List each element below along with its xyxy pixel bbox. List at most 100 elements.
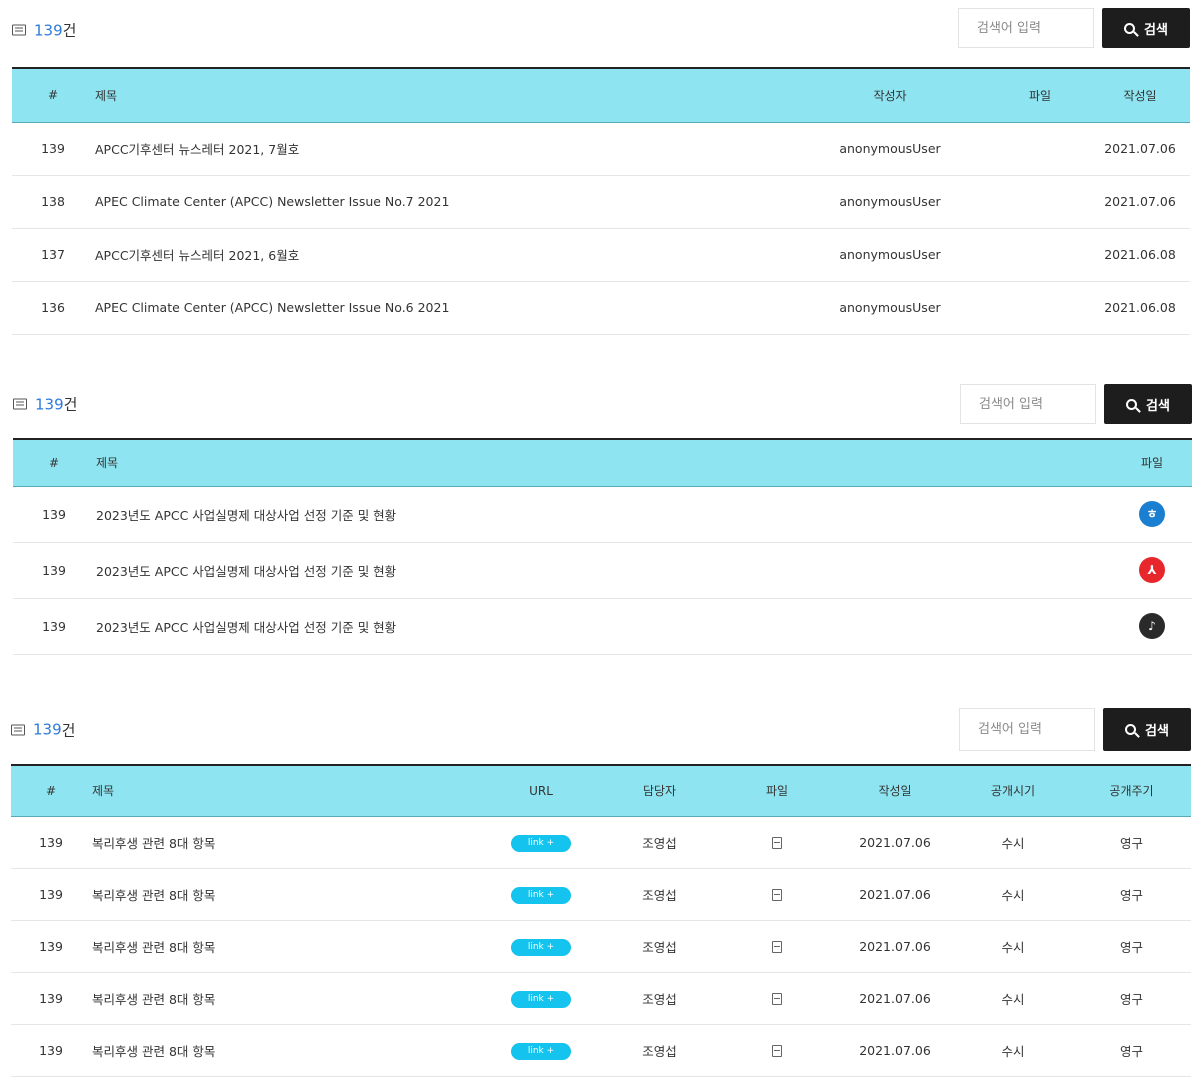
search-box: 검색 <box>960 384 1192 424</box>
row-number: 136 <box>12 281 94 335</box>
board-disclosure: 139 건 검색 # 제목 URL 담당자 파일 작성일 공개시기 공 <box>11 708 1191 1077</box>
row-manager: 조영섭 <box>601 1024 718 1077</box>
row-number: 139 <box>11 816 91 869</box>
document-icon[interactable] <box>772 837 782 849</box>
search-icon <box>1125 724 1137 735</box>
col-header-file: 파일 <box>990 68 1090 122</box>
table-row[interactable]: 139 2023년도 APCC 사업실명제 대상사업 선정 기준 및 현황 ⅄ <box>13 542 1192 599</box>
search-input[interactable] <box>958 8 1094 48</box>
row-url: link + <box>481 816 601 869</box>
row-file <box>990 228 1090 282</box>
row-number: 139 <box>11 868 91 921</box>
row-title-link[interactable]: APEC Climate Center (APCC) Newsletter Is… <box>94 175 790 229</box>
row-author: anonymousUser <box>790 122 990 176</box>
row-date: 2021.07.06 <box>836 1024 954 1077</box>
row-number: 137 <box>12 228 94 282</box>
col-header-date: 작성일 <box>1090 68 1190 122</box>
row-title-link[interactable]: 2023년도 APCC 사업실명제 대상사업 선정 기준 및 현황 <box>95 542 1112 599</box>
count-number: 139 <box>34 21 63 39</box>
search-box: 검색 <box>958 8 1190 48</box>
row-manager: 조영섭 <box>601 972 718 1025</box>
table-row[interactable]: 139 복리후생 관련 8대 항목 link + 조영섭 2021.07.06 수시 영구 <box>11 920 1191 973</box>
newsletter-table: # 제목 작성자 파일 작성일 139 APCC기후센터 뉴스레터 2021, 7… <box>12 67 1190 335</box>
row-file <box>718 868 836 921</box>
col-header-number: # <box>13 439 95 486</box>
row-title-link[interactable]: 복리후생 관련 8대 항목 <box>91 868 481 921</box>
table-row[interactable]: 137 APCC기후센터 뉴스레터 2021, 6월호 anonymousUser 2… <box>12 228 1190 282</box>
col-header-manager: 담당자 <box>601 765 718 816</box>
row-file <box>718 1024 836 1077</box>
row-file <box>990 122 1090 176</box>
list-icon <box>11 724 25 735</box>
row-number: 139 <box>11 920 91 973</box>
document-icon[interactable] <box>772 993 782 1005</box>
list-icon <box>13 398 27 410</box>
row-title-link[interactable]: APEC Climate Center (APCC) Newsletter Is… <box>94 281 790 335</box>
row-title-link[interactable]: 복리후생 관련 8대 항목 <box>91 816 481 869</box>
table-row[interactable]: 139 APCC기후센터 뉴스레터 2021, 7월호 anonymousUser 2… <box>12 122 1190 176</box>
link-button[interactable]: link + <box>511 834 571 852</box>
search-input[interactable] <box>960 384 1096 424</box>
search-button[interactable]: 검색 <box>1104 384 1192 424</box>
table-row[interactable]: 139 복리후생 관련 8대 항목 link + 조영섭 2021.07.06 수시 영구 <box>11 972 1191 1025</box>
link-button[interactable]: link + <box>511 886 571 904</box>
col-header-title: 제목 <box>95 439 1112 486</box>
search-button[interactable]: 검색 <box>1102 8 1190 48</box>
col-header-title: 제목 <box>94 68 790 122</box>
col-header-timing: 공개시기 <box>954 765 1072 816</box>
row-title-link[interactable]: 복리후생 관련 8대 항목 <box>91 920 481 973</box>
row-number: 139 <box>12 122 94 176</box>
link-button[interactable]: link + <box>511 938 571 956</box>
row-timing: 수시 <box>954 972 1072 1025</box>
table-row[interactable]: 136 APEC Climate Center (APCC) Newsletter… <box>12 281 1190 335</box>
search-button-label: 검색 <box>1144 22 1168 38</box>
pdf-file-icon[interactable]: ⅄ <box>1139 557 1165 583</box>
search-icon <box>1126 398 1138 410</box>
row-title-link[interactable]: APCC기후센터 뉴스레터 2021, 7월호 <box>94 122 790 176</box>
row-title-link[interactable]: 2023년도 APCC 사업실명제 대상사업 선정 기준 및 현황 <box>95 486 1112 543</box>
row-period: 영구 <box>1072 816 1191 869</box>
col-header-file: 파일 <box>718 765 836 816</box>
row-title-link[interactable]: 복리후생 관련 8대 항목 <box>91 972 481 1025</box>
col-header-date: 작성일 <box>836 765 954 816</box>
result-count: 139 건 <box>11 719 75 740</box>
list-icon <box>12 24 26 36</box>
row-file <box>990 281 1090 335</box>
table-row[interactable]: 139 복리후생 관련 8대 항목 link + 조영섭 2021.07.06 수시 영구 <box>11 1024 1191 1077</box>
link-button[interactable]: link + <box>511 990 571 1008</box>
hwp-file-icon[interactable]: ㅎ <box>1139 501 1165 527</box>
count-number: 139 <box>33 720 62 739</box>
search-icon <box>1124 22 1136 34</box>
table-row[interactable]: 139 복리후생 관련 8대 항목 link + 조영섭 2021.07.06 수시 영구 <box>11 868 1191 921</box>
document-icon[interactable] <box>772 941 782 953</box>
document-icon[interactable] <box>772 889 782 901</box>
search-box: 검색 <box>959 708 1191 751</box>
row-date: 2021.07.06 <box>836 920 954 973</box>
col-header-number: # <box>12 68 94 122</box>
document-icon[interactable] <box>772 1045 782 1057</box>
row-title-link[interactable]: 2023년도 APCC 사업실명제 대상사업 선정 기준 및 현황 <box>95 598 1112 655</box>
disclosure-table: # 제목 URL 담당자 파일 작성일 공개시기 공개주기 139 복리후생 관련… <box>11 764 1191 1077</box>
result-count: 139 건 <box>12 20 76 41</box>
row-manager: 조영섭 <box>601 920 718 973</box>
row-title-link[interactable]: APCC기후센터 뉴스레터 2021, 6월호 <box>94 228 790 282</box>
link-button[interactable]: link + <box>511 1042 571 1060</box>
row-date: 2021.07.06 <box>836 816 954 869</box>
row-url: link + <box>481 1024 601 1077</box>
row-period: 영구 <box>1072 868 1191 921</box>
row-number: 138 <box>12 175 94 229</box>
table-row[interactable]: 138 APEC Climate Center (APCC) Newsletter… <box>12 175 1190 229</box>
mp3-file-icon[interactable]: ♪ <box>1139 613 1165 639</box>
board-toolbar: 139 건 검색 <box>11 708 1191 751</box>
row-manager: 조영섭 <box>601 868 718 921</box>
count-suffix: 건 <box>63 395 78 414</box>
search-input[interactable] <box>959 708 1095 751</box>
row-title-link[interactable]: 복리후생 관련 8대 항목 <box>91 1024 481 1077</box>
board-newsletter: 139 건 검색 # 제목 작성자 파일 작성일 139APCC기후센터 뉴스레… <box>12 8 1190 335</box>
board-toolbar: 139 건 검색 <box>12 8 1190 52</box>
table-row[interactable]: 139 2023년도 APCC 사업실명제 대상사업 선정 기준 및 현황 ♪ <box>13 598 1192 655</box>
search-button[interactable]: 검색 <box>1103 708 1191 751</box>
table-row[interactable]: 139 2023년도 APCC 사업실명제 대상사업 선정 기준 및 현황 ㅎ <box>13 486 1192 543</box>
row-url: link + <box>481 868 601 921</box>
table-row[interactable]: 139 복리후생 관련 8대 항목 link + 조영섭 2021.07.06 수시 영구 <box>11 816 1191 869</box>
